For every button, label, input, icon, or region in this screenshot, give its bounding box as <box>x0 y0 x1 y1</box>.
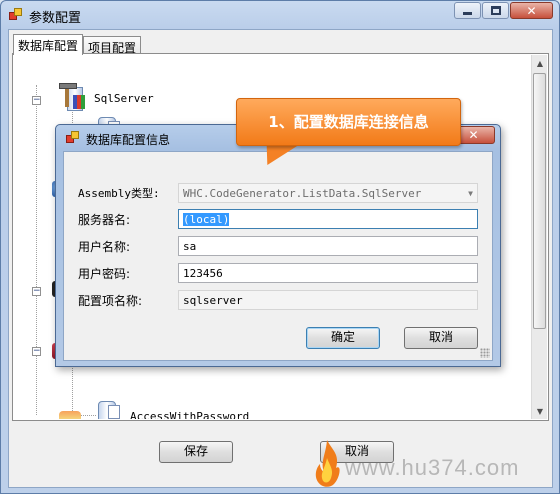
app-icon <box>66 131 80 144</box>
dialog-cancel-button[interactable]: 取消 <box>404 327 478 349</box>
server-name-label: 服务器名: <box>78 213 131 227</box>
sqlserver-tools-icon <box>59 83 89 113</box>
dialog-title: 数据库配置信息 <box>86 133 171 147</box>
annotation-callout: 1、配置数据库连接信息 <box>236 98 461 146</box>
tree-node-access-with-password[interactable]: AccessWithPassword <box>130 410 249 419</box>
username-input[interactable]: sa <box>178 236 478 256</box>
password-input[interactable]: 123456 <box>178 263 478 283</box>
server-name-value: (local) <box>183 213 230 226</box>
assembly-type-select: WHC.CodeGenerator.ListData.SqlServer ▼ <box>178 183 478 203</box>
close-icon: ✕ <box>468 128 479 142</box>
dialog-client-area: Assembly类型: WHC.CodeGenerator.ListData.S… <box>63 151 493 361</box>
chevron-down-icon: ▼ <box>468 189 473 198</box>
password-value: 123456 <box>183 267 223 280</box>
server-name-input[interactable]: (local) <box>178 209 478 229</box>
username-value: sa <box>183 240 197 253</box>
scroll-down-icon[interactable]: ▼ <box>532 403 548 419</box>
tree-connector <box>36 85 37 415</box>
config-name-value: sqlserver <box>183 294 243 307</box>
password-label: 用户密码: <box>78 267 131 281</box>
tree-node-sqlserver[interactable]: SqlServer <box>94 92 154 105</box>
app-icon <box>9 8 23 21</box>
tree-scrollbar[interactable]: ▲ ▼ <box>531 55 547 419</box>
close-icon: ✕ <box>526 3 537 18</box>
database-icon <box>96 399 122 419</box>
flame-logo-icon <box>315 440 340 487</box>
config-name-label: 配置项名称: <box>78 294 143 308</box>
minimize-button[interactable] <box>454 2 481 19</box>
watermark: www.hu374.com <box>345 455 520 480</box>
collapse-icon[interactable]: − <box>32 96 41 105</box>
maximize-button[interactable] <box>482 2 509 19</box>
assembly-type-label: Assembly类型: <box>78 187 160 200</box>
collapse-icon[interactable]: − <box>32 347 41 356</box>
save-button[interactable]: 保存 <box>159 441 233 463</box>
resize-grip-icon[interactable] <box>480 348 490 358</box>
tab-database-config[interactable]: 数据库配置 <box>13 34 84 55</box>
scroll-thumb[interactable] <box>533 73 546 329</box>
username-label: 用户名称: <box>78 240 131 254</box>
caption-buttons: ✕ <box>453 2 553 19</box>
config-name-input: sqlserver <box>178 290 478 310</box>
database-type-icon <box>59 411 81 419</box>
title-bar: 参数配置 ✕ <box>1 1 559 29</box>
window-title: 参数配置 <box>29 11 82 26</box>
scroll-up-icon[interactable]: ▲ <box>532 55 548 71</box>
close-button[interactable]: ✕ <box>510 2 553 19</box>
assembly-type-value: WHC.CodeGenerator.ListData.SqlServer <box>183 187 422 200</box>
tab-strip: 数据库配置 项目配置 <box>13 34 142 55</box>
collapse-icon[interactable]: − <box>32 287 41 296</box>
minimize-icon <box>463 12 472 15</box>
maximize-icon <box>490 6 501 15</box>
ok-button[interactable]: 确定 <box>306 327 380 349</box>
